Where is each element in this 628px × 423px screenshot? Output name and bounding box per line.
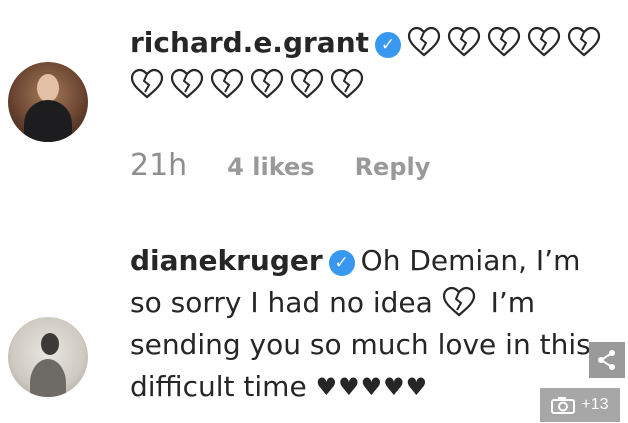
verified-badge-icon: ✓: [328, 250, 355, 276]
username[interactable]: dianekruger: [130, 244, 323, 277]
broken-heart-icon: [447, 26, 481, 57]
avatar-body: [30, 359, 66, 397]
broken-heart-icon: [290, 68, 324, 99]
broken-heart-icon: [407, 26, 441, 57]
gallery-button[interactable]: +13: [540, 388, 620, 422]
share-button[interactable]: [589, 342, 625, 378]
username[interactable]: richard.e.grant: [130, 26, 369, 59]
broken-heart-icon: [527, 26, 561, 57]
likes-count[interactable]: 4 likes: [227, 153, 314, 181]
share-icon: [598, 350, 615, 370]
avatar-body: [24, 100, 72, 142]
broken-heart-icon: [442, 286, 475, 317]
broken-heart-icon: [170, 68, 204, 99]
black-hearts: ♥♥♥♥♥: [315, 373, 429, 401]
comment-text: dianekruger ✓ Oh Demian, I’m so sorry I ha…: [130, 240, 608, 408]
camera-icon: [551, 397, 576, 414]
avatar-head: [41, 333, 59, 355]
timestamp: 21h: [130, 148, 188, 183]
comment-richard-e-grant: richard.e.grant ✓ 21h 4 likes Reply: [0, 0, 628, 210]
comment-dianekruger: dianekruger ✓ Oh Demian, I’m so sorry I ha…: [0, 215, 628, 423]
broken-heart-icon: [130, 68, 164, 99]
broken-heart-icon: [330, 68, 364, 99]
avatar-head: [37, 74, 59, 102]
reply-button[interactable]: Reply: [355, 153, 431, 181]
comment-text: richard.e.grant ✓: [130, 22, 608, 106]
avatar[interactable]: [8, 62, 88, 142]
broken-heart-icon: [210, 68, 244, 99]
broken-heart-icon: [567, 26, 601, 57]
comment-meta: 21h 4 likes Reply: [130, 148, 430, 183]
verified-badge-icon: ✓: [375, 32, 402, 58]
broken-heart-icon: [250, 68, 284, 99]
avatar[interactable]: [8, 317, 88, 397]
broken-heart-icon: [487, 26, 521, 57]
gallery-count: +13: [581, 396, 609, 413]
